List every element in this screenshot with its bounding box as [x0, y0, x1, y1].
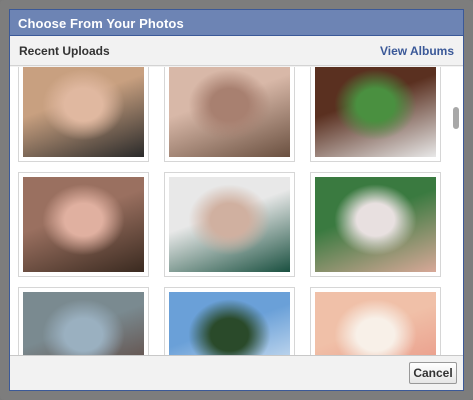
photo-baby-sun-hat: [169, 67, 290, 157]
photo-thumbnail[interactable]: [18, 172, 149, 277]
photo-thumbnail[interactable]: [164, 287, 295, 357]
dialog-footer: Cancel: [10, 355, 463, 390]
photo-thumbnail[interactable]: [310, 287, 441, 357]
photo-baby-arms-up: [315, 292, 436, 357]
photo-man-with-baby-hat-outdoors: [23, 292, 144, 357]
photo-grid-scrollbar[interactable]: [452, 67, 461, 357]
photo-baby-sleeping-green-blanket: [169, 177, 290, 272]
recent-uploads-label: Recent Uploads: [19, 43, 110, 58]
photo-thumbnail[interactable]: [164, 172, 295, 277]
photo-thumbnail[interactable]: [18, 67, 149, 162]
photo-thumbnail[interactable]: [164, 67, 295, 162]
photo-woman-sunglasses-selfie: [23, 67, 144, 157]
cancel-button[interactable]: Cancel: [409, 362, 457, 384]
photo-man-with-baby-indoors: [23, 177, 144, 272]
photo-man-palm-trees-beach: [169, 292, 290, 357]
photo-woman-with-baby-outdoors: [315, 177, 436, 272]
photo-man-holding-baby: [315, 67, 436, 157]
scrollbar-thumb[interactable]: [453, 107, 459, 129]
dialog-body: Choose From Your Photos Recent Uploads V…: [9, 9, 464, 391]
dialog-title: Choose From Your Photos: [10, 10, 463, 36]
photo-grid-scroll-area[interactable]: [10, 67, 463, 357]
photo-thumbnail[interactable]: [18, 287, 149, 357]
view-albums-link[interactable]: View Albums: [380, 44, 454, 58]
photo-thumbnail[interactable]: [310, 67, 441, 162]
photo-thumbnail[interactable]: [310, 172, 441, 277]
choose-photos-dialog: Choose From Your Photos Recent Uploads V…: [0, 0, 473, 400]
dialog-subheader: Recent Uploads View Albums: [10, 36, 463, 66]
